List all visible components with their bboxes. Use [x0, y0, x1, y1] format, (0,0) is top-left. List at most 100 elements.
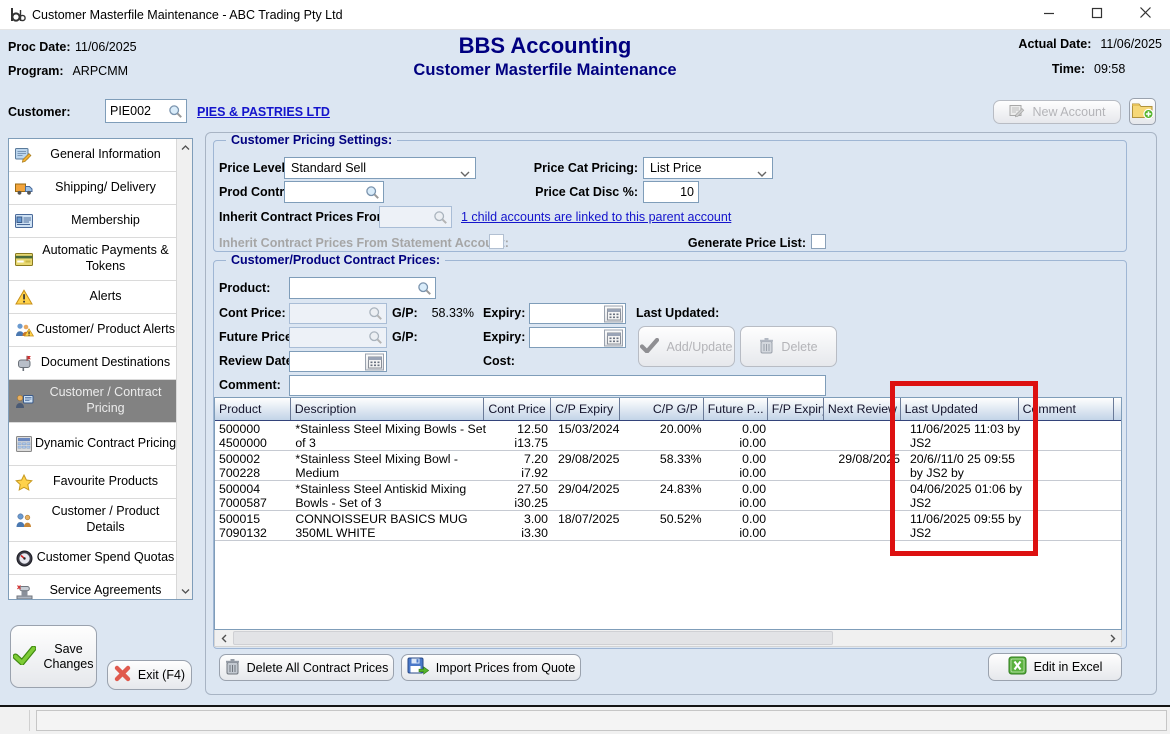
review-date-input[interactable] — [289, 351, 387, 372]
generate-price-list-checkbox[interactable] — [811, 234, 826, 249]
cell-last_updated: 11/06/2025 11:03 byJS2 — [906, 421, 1025, 450]
sidebar-item-dynamic-contract-pricing[interactable]: Dynamic Contract Pricing — [9, 423, 178, 466]
price-cat-pricing-select[interactable]: List Price — [643, 157, 773, 179]
cell-product: 5000047000587 — [215, 481, 291, 510]
column-header-description[interactable]: Description — [291, 398, 485, 420]
sidebar-item-label: Dynamic Contract Pricing — [35, 436, 176, 452]
column-header-filler — [1114, 398, 1121, 420]
column-header-fp_expiry[interactable]: F/P Expiry — [768, 398, 824, 420]
inherit-contract-input — [379, 206, 452, 228]
generate-price-list-label: Generate Price List: — [646, 236, 806, 250]
maximize-button[interactable] — [1074, 0, 1120, 30]
column-header-future_p[interactable]: Future P... — [704, 398, 768, 420]
expiry-label: Expiry: — [483, 306, 525, 320]
mailbox-icon — [13, 355, 35, 371]
column-header-cont_price[interactable]: Cont Price — [484, 398, 551, 420]
expiry-input[interactable] — [529, 303, 626, 324]
sidebar-item-customer-product-details[interactable]: Customer / Product Details — [9, 499, 178, 542]
future-price-input — [289, 327, 387, 348]
cell-last_updated: 11/06/2025 09:55 byJS2 — [906, 511, 1025, 540]
sidebar-item-membership[interactable]: Membership — [9, 205, 178, 238]
price-level-select[interactable]: Standard Sell — [284, 157, 476, 179]
close-button[interactable] — [1122, 0, 1168, 30]
green-check-icon — [13, 646, 36, 668]
price-cat-disc-input[interactable]: 10 — [643, 181, 699, 203]
sidebar-item-general-information[interactable]: General Information — [9, 139, 178, 172]
gp2-label: G/P: — [392, 330, 418, 344]
scroll-right-icon[interactable] — [1104, 630, 1121, 646]
cell-fp_expiry — [772, 481, 829, 510]
time-label: Time: — [1052, 62, 1085, 76]
sidebar-item-label: Membership — [35, 213, 176, 229]
table-hscrollbar[interactable] — [214, 630, 1122, 647]
calendar-icon[interactable] — [604, 329, 623, 346]
screen-title: Customer Masterfile Maintenance — [330, 59, 760, 81]
exit-button[interactable]: Exit (F4) — [107, 660, 192, 690]
maximize-icon — [1091, 6, 1103, 24]
cell-cp_expiry: 29/04/2025 — [554, 481, 623, 510]
sidebar-item-customer-product-alerts[interactable]: Customer/ Product Alerts — [9, 314, 178, 347]
child-accounts-link[interactable]: 1 child accounts are linked to this pare… — [461, 210, 731, 224]
minimize-button[interactable] — [1026, 0, 1072, 30]
sidebar-item-customer-spend-quotas[interactable]: Customer Spend Quotas — [9, 542, 178, 575]
sidebar-item-label: Customer/ Product Alerts — [35, 322, 176, 338]
sidebar-item-document-destinations[interactable]: Document Destinations — [9, 347, 178, 380]
cell-comment — [1025, 481, 1121, 510]
save-changes-button[interactable]: Save Changes — [10, 625, 97, 688]
scroll-left-icon[interactable] — [215, 630, 232, 646]
sidebar-item-customer-contract-pricing[interactable]: Customer / Contract Pricing — [9, 380, 178, 423]
expiry2-input[interactable] — [529, 327, 626, 348]
column-header-next_review[interactable]: Next Review — [824, 398, 901, 420]
cont-price-input — [289, 303, 387, 324]
gauge-icon — [13, 550, 35, 567]
contract-price-row[interactable]: 5000047000587*Stainless Steel Antiskid M… — [215, 481, 1121, 511]
sidebar-item-automatic-payments-tokens[interactable]: Automatic Payments & Tokens — [9, 238, 178, 281]
sidebar-item-label: Automatic Payments & Tokens — [35, 243, 176, 274]
cell-product: 500002700228 — [215, 451, 291, 480]
edit-in-excel-button[interactable]: Edit in Excel — [988, 653, 1122, 681]
inherit-statement-checkbox — [489, 234, 504, 249]
sidebar-item-service-agreements[interactable]: Service Agreements — [9, 575, 178, 600]
window-title: Customer Masterfile Maintenance - ABC Tr… — [32, 8, 343, 22]
import-prices-from-quote-button[interactable]: Import Prices from Quote — [401, 654, 581, 681]
sidebar-item-shipping-delivery[interactable]: Shipping/ Delivery — [9, 172, 178, 205]
customer-search-icon[interactable] — [167, 103, 184, 119]
column-header-comment[interactable]: Comment — [1019, 398, 1114, 420]
cell-description: CONNOISSEUR BASICS MUG350ML WHITE — [291, 511, 486, 540]
contract-price-row[interactable]: 5000004500000*Stainless Steel Mixing Bow… — [215, 421, 1121, 451]
sidebar-item-favourite-products[interactable]: Favourite Products — [9, 466, 178, 499]
prod-contract-input[interactable] — [284, 181, 384, 203]
product-search-icon[interactable] — [416, 280, 433, 296]
customer-name-link[interactable]: PIES & PASTRIES LTD — [197, 105, 330, 119]
contract-price-row[interactable]: 500002700228*Stainless Steel Mixing Bowl… — [215, 451, 1121, 481]
contract-price-row[interactable]: 5000157090132CONNOISSEUR BASICS MUG350ML… — [215, 511, 1121, 541]
column-header-product[interactable]: Product — [215, 398, 291, 420]
scroll-down-icon[interactable] — [177, 583, 193, 599]
scroll-up-icon[interactable] — [177, 139, 193, 155]
comment-input[interactable] — [289, 375, 826, 396]
price-cat-disc-label: Price Cat Disc %: — [526, 185, 638, 199]
chevron-down-icon — [757, 166, 767, 180]
prod-contract-search-icon[interactable] — [364, 184, 381, 200]
column-header-cp_expiry[interactable]: C/P Expiry — [551, 398, 620, 420]
product-input[interactable] — [289, 277, 436, 299]
comment-label: Comment: — [219, 378, 281, 392]
customer-code-input[interactable]: PIE002 — [105, 99, 187, 123]
open-folder-button[interactable] — [1129, 98, 1156, 125]
cell-next_review: 29/08/2025 — [829, 451, 906, 480]
calendar-icon[interactable] — [604, 305, 623, 322]
sidebar-scrollbar[interactable] — [176, 139, 192, 599]
membership-card-icon — [13, 214, 35, 228]
main-panel: Customer Pricing Settings: Price Level: … — [205, 132, 1157, 695]
hscroll-thumb[interactable] — [233, 631, 833, 645]
status-cell — [0, 710, 30, 731]
time-value: 09:58 — [1094, 62, 1162, 76]
sidebar-item-alerts[interactable]: Alerts — [9, 281, 178, 314]
red-x-icon — [114, 665, 131, 685]
column-header-last_updated[interactable]: Last Updated — [901, 398, 1019, 420]
calendar-icon[interactable] — [365, 353, 384, 370]
program-value: ARPCMM — [72, 64, 128, 78]
customer-alert-icon — [13, 322, 35, 338]
column-header-cp_gp[interactable]: C/P G/P — [620, 398, 704, 420]
delete-all-contract-prices-button[interactable]: Delete All Contract Prices — [219, 654, 394, 681]
